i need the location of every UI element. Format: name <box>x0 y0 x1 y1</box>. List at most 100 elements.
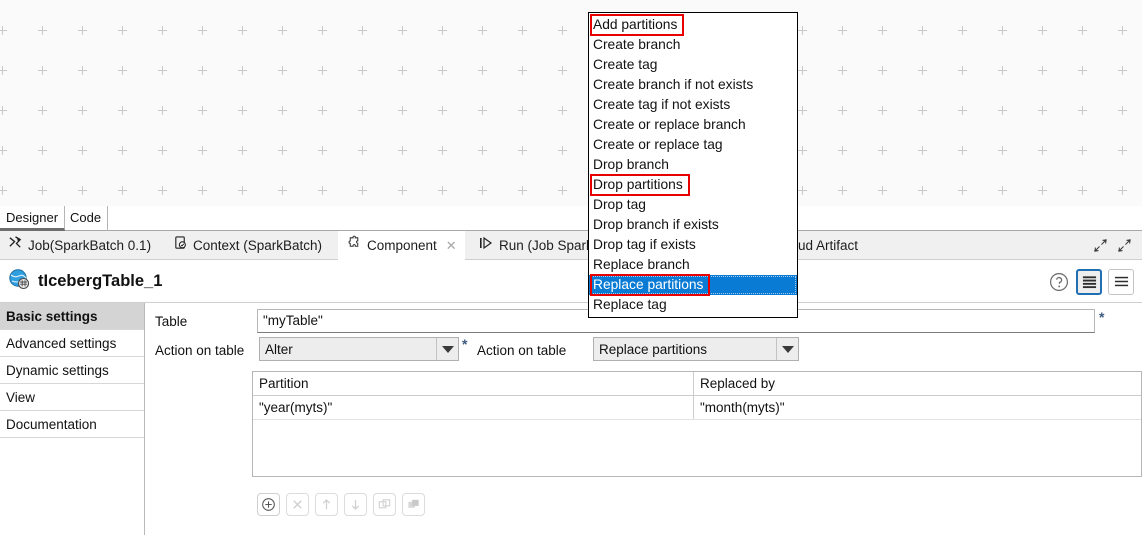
tab-code[interactable]: Code <box>64 206 109 231</box>
tab-context-sparkbatch[interactable]: Context (SparkBatch) <box>165 231 330 260</box>
dropdown-item-add-partitions[interactable]: Add partitions <box>589 15 797 35</box>
grid-marker <box>558 146 567 155</box>
table-header-row: Partition Replaced by <box>253 372 1141 396</box>
grid-marker <box>0 66 7 75</box>
grid-marker <box>0 186 7 195</box>
grid-marker <box>38 26 47 35</box>
help-question-icon[interactable] <box>1048 271 1070 293</box>
column-header-partition[interactable]: Partition <box>253 372 694 395</box>
grid-marker <box>318 146 327 155</box>
table-required-marker: * <box>1099 309 1105 325</box>
grid-marker <box>998 26 1007 35</box>
dropdown-item-replace-partitions[interactable]: Replace partitions <box>589 275 797 295</box>
grid-marker <box>998 106 1007 115</box>
partitions-table-toolbar <box>257 493 425 516</box>
grid-marker <box>798 146 807 155</box>
grid-marker <box>1118 186 1127 195</box>
grid-marker <box>478 186 487 195</box>
grid-marker <box>1078 146 1087 155</box>
job-icon <box>8 231 23 260</box>
action-on-table-dropdown-list[interactable]: Add partitions Create branch Create tag Cre… <box>588 12 798 318</box>
tab-cloud-artifact[interactable]: ud Artifact <box>790 231 866 260</box>
dropdown-item-create-branch[interactable]: Create branch <box>589 35 797 55</box>
tab-designer[interactable]: Designer <box>0 206 66 231</box>
chevron-down-icon[interactable] <box>776 338 798 360</box>
restore-icon[interactable] <box>1093 238 1108 253</box>
maximize-icon[interactable] <box>1117 238 1132 253</box>
grid-marker <box>118 146 127 155</box>
tab-label: Run (Job Spark <box>499 237 593 253</box>
tab-label: Context (SparkBatch) <box>193 237 323 253</box>
sidebar-item-documentation[interactable]: Documentation <box>0 411 144 438</box>
grid-marker <box>958 26 967 35</box>
compact-view-toggle[interactable] <box>1076 268 1102 295</box>
grid-marker <box>158 146 167 155</box>
grid-marker <box>278 106 287 115</box>
column-header-replaced-by[interactable]: Replaced by <box>694 372 1141 395</box>
dropdown-item-create-tag[interactable]: Create tag <box>589 55 797 75</box>
job-designer-canvas[interactable] <box>0 0 1142 206</box>
remove-row-button[interactable] <box>286 493 309 516</box>
dropdown-item-replace-branch[interactable]: Replace branch <box>589 255 797 275</box>
grid-marker <box>918 26 927 35</box>
grid-marker <box>1078 186 1087 195</box>
grid-marker <box>518 26 527 35</box>
dropdown-item-replace-tag[interactable]: Replace tag <box>589 295 797 315</box>
action-on-table-value-1: Alter <box>265 341 293 357</box>
grid-marker <box>398 66 407 75</box>
tab-run-job-spark[interactable]: Run (Job Spark <box>470 231 601 260</box>
grid-marker <box>38 186 47 195</box>
cell-replaced-by[interactable]: "month(myts)" <box>694 396 1141 419</box>
grid-marker <box>238 106 247 115</box>
sidebar-item-advanced-settings[interactable]: Advanced settings <box>0 330 144 357</box>
grid-marker <box>358 146 367 155</box>
dropdown-item-create-tag-if-not-exists[interactable]: Create tag if not exists <box>589 95 797 115</box>
dropdown-item-drop-branch[interactable]: Drop branch <box>589 155 797 175</box>
grid-marker <box>438 66 447 75</box>
tab-component[interactable]: Component ✕ <box>338 231 465 260</box>
grid-marker <box>158 26 167 35</box>
dropdown-item-create-or-replace-tag[interactable]: Create or replace tag <box>589 135 797 155</box>
grid-marker <box>0 26 7 35</box>
grid-marker <box>318 26 327 35</box>
sidebar-item-view[interactable]: View <box>0 384 144 411</box>
dropdown-item-drop-tag-if-exists[interactable]: Drop tag if exists <box>589 235 797 255</box>
dropdown-item-drop-branch-if-exists[interactable]: Drop branch if exists <box>589 215 797 235</box>
action-on-table-label-2: Action on table <box>477 343 567 358</box>
copy-button[interactable] <box>373 493 396 516</box>
partitions-table: Partition Replaced by "year(myts)" "mont… <box>252 371 1142 477</box>
grid-marker <box>958 106 967 115</box>
chevron-down-icon[interactable] <box>436 338 458 360</box>
dropdown-item-create-or-replace-branch[interactable]: Create or replace branch <box>589 115 797 135</box>
header-actions <box>1048 260 1134 303</box>
table-row[interactable]: "year(myts)" "month(myts)" <box>253 396 1141 420</box>
grid-marker <box>1038 66 1047 75</box>
grid-marker <box>478 66 487 75</box>
action-on-table-combo-2[interactable]: Replace partitions <box>593 337 799 361</box>
sidebar-item-dynamic-settings[interactable]: Dynamic settings <box>0 357 144 384</box>
grid-marker <box>958 66 967 75</box>
dropdown-item-drop-partitions[interactable]: Drop partitions <box>589 175 797 195</box>
cell-partition[interactable]: "year(myts)" <box>253 396 694 419</box>
sidebar-item-basic-settings[interactable]: Basic settings <box>0 303 144 330</box>
bottom-panel-tabstrip: Job(SparkBatch 0.1) Context (SparkBatch)… <box>0 231 1142 260</box>
add-row-button[interactable] <box>257 493 280 516</box>
paste-button[interactable] <box>402 493 425 516</box>
grid-marker <box>798 66 807 75</box>
grid-marker <box>78 146 87 155</box>
move-down-button[interactable] <box>344 493 367 516</box>
settings-sidebar: Basic settings Advanced settings Dynamic… <box>0 303 145 535</box>
grid-marker <box>1118 66 1127 75</box>
close-icon[interactable]: ✕ <box>446 239 457 252</box>
dropdown-item-drop-tag[interactable]: Drop tag <box>589 195 797 215</box>
tab-job-sparkbatch[interactable]: Job(SparkBatch 0.1) <box>0 231 159 260</box>
expanded-view-toggle[interactable] <box>1108 268 1134 295</box>
grid-marker <box>478 26 487 35</box>
action-on-table-combo-1[interactable]: Alter <box>259 337 459 361</box>
grid-marker <box>1038 186 1047 195</box>
dropdown-item-create-branch-if-not-exists[interactable]: Create branch if not exists <box>589 75 797 95</box>
grid-marker <box>78 26 87 35</box>
tab-label: Component <box>367 237 437 253</box>
move-up-button[interactable] <box>315 493 338 516</box>
basic-settings-panel: Table "myTable" * Action on table Alter … <box>145 303 1142 535</box>
